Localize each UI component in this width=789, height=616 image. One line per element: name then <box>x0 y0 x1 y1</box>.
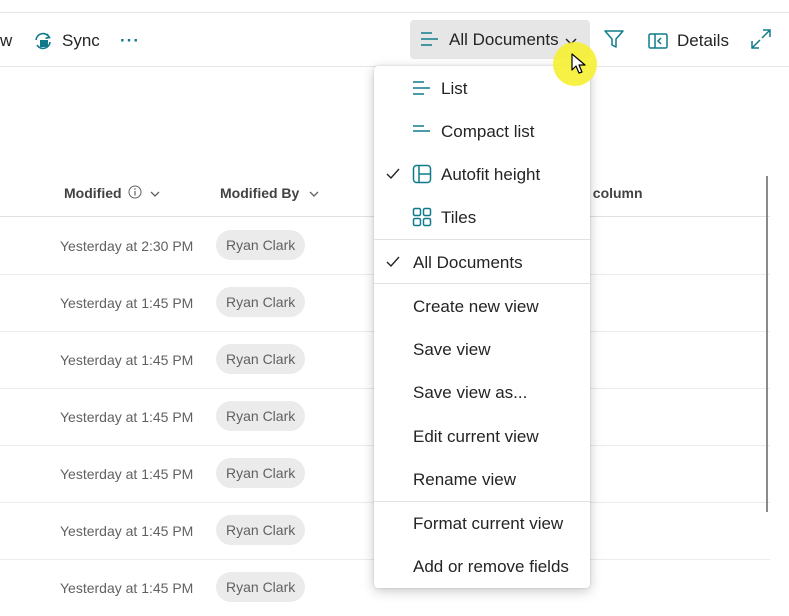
more-icon: ··· <box>120 31 140 50</box>
view-switcher-label: All Documents <box>449 29 559 49</box>
mouse-pointer-icon <box>571 53 587 80</box>
person-chip[interactable]: Ryan Clark <box>216 458 306 488</box>
menu-item-save-view-as[interactable]: Save view as... <box>374 371 590 414</box>
list-icon <box>412 78 432 103</box>
modified-cell: Yesterday at 1:45 PM <box>60 294 194 311</box>
menu-item-autofit-height-label: Autofit height <box>441 164 541 184</box>
filter-icon <box>603 28 625 55</box>
command-bar: w Sync ··· Details <box>0 16 789 66</box>
view-options-menu: List Compact list Autofit height Tiles A… <box>374 66 590 588</box>
view-list-icon <box>420 29 440 54</box>
column-header-add-column-label: l column <box>585 185 643 201</box>
menu-item-edit-current-view[interactable]: Edit current view <box>374 415 590 458</box>
column-header-modified-by-label: Modified By <box>220 185 300 201</box>
expand-icon <box>750 28 772 55</box>
person-chip[interactable]: Ryan Clark <box>216 515 306 545</box>
autofit-height-icon <box>412 164 432 189</box>
sync-icon <box>32 30 54 52</box>
column-header-modified[interactable]: Modified <box>64 170 160 216</box>
sync-button[interactable]: Sync <box>32 16 100 66</box>
details-label: Details <box>677 31 729 50</box>
tiles-icon <box>412 207 432 232</box>
menu-divider <box>374 239 590 240</box>
modified-cell: Yesterday at 2:30 PM <box>60 237 194 254</box>
modified-cell: Yesterday at 1:45 PM <box>60 522 194 539</box>
menu-item-tiles[interactable]: Tiles <box>374 196 590 239</box>
menu-item-all-documents[interactable]: All Documents <box>374 241 590 284</box>
modified-cell: Yesterday at 1:45 PM <box>60 465 194 482</box>
menu-item-compact-list-label: Compact list <box>441 121 535 141</box>
menu-item-label: Save view <box>413 339 491 359</box>
filter-button[interactable] <box>603 16 625 66</box>
menu-item-rename-view[interactable]: Rename view <box>374 458 590 501</box>
column-header-modified-label: Modified <box>64 185 122 201</box>
menu-item-label: Add or remove fields <box>413 556 569 576</box>
menu-item-format-current-view[interactable]: Format current view <box>374 502 590 545</box>
column-header-add-column[interactable]: l column <box>585 170 643 216</box>
details-button[interactable]: Details <box>647 16 729 66</box>
vertical-scrollbar[interactable] <box>766 176 768 512</box>
more-button[interactable]: ··· <box>120 16 140 66</box>
expand-button[interactable] <box>750 16 772 66</box>
person-chip[interactable]: Ryan Clark <box>216 230 306 260</box>
checkmark-icon <box>385 166 401 187</box>
person-chip[interactable]: Ryan Clark <box>216 344 306 374</box>
menu-item-add-remove-fields[interactable]: Add or remove fields <box>374 545 590 588</box>
person-chip[interactable]: Ryan Clark <box>216 572 306 602</box>
sync-label: Sync <box>62 31 100 50</box>
menu-divider <box>374 283 590 284</box>
compact-list-icon <box>412 121 432 146</box>
menu-item-compact-list[interactable]: Compact list <box>374 110 590 153</box>
menu-item-tiles-label: Tiles <box>441 207 477 227</box>
modified-cell: Yesterday at 1:45 PM <box>60 408 194 425</box>
checkmark-icon <box>385 254 401 275</box>
chevron-down-icon <box>309 185 319 201</box>
menu-item-list-label: List <box>441 78 468 98</box>
menu-item-save-view[interactable]: Save view <box>374 328 590 371</box>
menu-item-label: Format current view <box>413 513 564 533</box>
top-border <box>0 12 789 13</box>
menu-item-label: Save view as... <box>413 382 528 402</box>
modified-cell: Yesterday at 1:45 PM <box>60 579 194 596</box>
person-chip[interactable]: Ryan Clark <box>216 401 306 431</box>
modified-cell: Yesterday at 1:45 PM <box>60 351 194 368</box>
menu-item-label: Edit current view <box>413 426 539 446</box>
menu-item-create-new-view[interactable]: Create new view <box>374 285 590 328</box>
details-pane-icon <box>647 30 669 52</box>
column-header-modified-by[interactable]: Modified By <box>220 170 319 216</box>
menu-item-autofit-height[interactable]: Autofit height <box>374 153 590 196</box>
menu-item-label: Rename view <box>413 469 516 489</box>
menu-item-label: Create new view <box>413 296 539 316</box>
truncated-command-label: w <box>0 31 13 50</box>
person-chip[interactable]: Ryan Clark <box>216 287 306 317</box>
truncated-command[interactable]: w <box>0 16 12 66</box>
menu-item-all-documents-label: All Documents <box>413 252 523 272</box>
chevron-down-icon <box>150 185 160 201</box>
info-icon <box>128 185 142 202</box>
